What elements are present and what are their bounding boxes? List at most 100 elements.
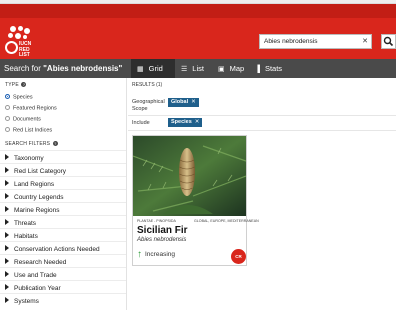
caret-right-icon <box>5 232 9 238</box>
filter-label: Taxonomy <box>14 155 44 162</box>
filter-label: Red List Category <box>14 168 67 175</box>
type-option-label: Documents <box>13 116 41 123</box>
close-icon[interactable]: ✕ <box>191 99 196 105</box>
stats-icon: ▐ <box>255 66 260 73</box>
grid-icon: ▦ <box>137 66 144 73</box>
help-icon[interactable]: ? <box>21 82 27 87</box>
radio-selected-icon <box>5 94 10 99</box>
close-icon[interactable]: ✕ <box>362 37 368 45</box>
results-toolbar: Search for "Abies nebrodensis" ▦ Grid ☰ Li… <box>0 59 396 78</box>
arrow-up-icon: ↑ <box>137 249 142 260</box>
tab-grid-label: Grid <box>148 64 163 73</box>
type-option-documents[interactable]: Documents <box>5 116 41 123</box>
population-trend: ↑ Increasing <box>137 249 175 260</box>
divider <box>128 115 396 116</box>
caret-right-icon <box>5 154 9 160</box>
search-button[interactable] <box>381 34 396 49</box>
include-label: Include <box>132 120 150 126</box>
filter-label: Land Regions <box>14 181 55 188</box>
caret-right-icon <box>5 193 9 199</box>
radio-icon <box>5 105 10 110</box>
caret-right-icon <box>5 297 9 303</box>
caret-right-icon <box>5 206 9 212</box>
filter-conservation-actions-needed[interactable]: Conservation Actions Needed <box>0 241 126 254</box>
search-input-value: Abies nebrodensis <box>264 38 318 45</box>
type-option-label: Featured Regions <box>13 105 57 112</box>
logo-text: IUCN RED LIST <box>19 41 32 58</box>
filter-publication-year[interactable]: Publication Year <box>0 280 126 293</box>
iucn-red-list-logo[interactable]: IUCN RED LIST <box>5 26 33 58</box>
chip-label: Global <box>171 99 189 105</box>
filter-label: Research Needed <box>14 259 67 266</box>
divider <box>128 130 396 131</box>
species-card[interactable]: PLANTAE - PINOPSIDA GLOBAL, EUROPE, MEDI… <box>132 135 259 266</box>
tab-grid[interactable]: ▦ Grid <box>131 59 175 78</box>
filter-habitats[interactable]: Habitats <box>0 228 126 241</box>
card-common-name[interactable]: Sicilian Fir <box>137 225 188 236</box>
filters-label-text: SEARCH FILTERS <box>5 141 51 147</box>
iucn-ring-icon <box>5 41 18 54</box>
caret-right-icon <box>5 245 9 251</box>
filter-label: Publication Year <box>14 285 61 292</box>
filter-label: Systems <box>14 298 39 305</box>
filter-taxonomy[interactable]: Taxonomy <box>0 150 126 163</box>
geographical-scope-label: Geographical Scope <box>132 99 165 112</box>
site-header: IUCN RED LIST Abies nebrodensis ✕ <box>0 4 396 59</box>
filter-red-list-category[interactable]: Red List Category <box>0 163 126 176</box>
category-badge: CR <box>231 249 246 264</box>
filter-land-regions[interactable]: Land Regions <box>0 176 126 189</box>
filter-label: Habitats <box>14 233 38 240</box>
search-title-query: "Abies nebrodensis" <box>43 64 123 73</box>
chip-species[interactable]: Species ✕ <box>168 118 203 127</box>
type-option-red-list-indices[interactable]: Red List Indices <box>5 127 52 134</box>
filter-systems[interactable]: Systems <box>0 293 126 306</box>
tab-map-label: Map <box>229 64 245 73</box>
type-option-species[interactable]: Species <box>5 94 33 101</box>
type-option-label: Species <box>13 94 33 101</box>
results-panel: RESULTS (1) Geographical Scope Global ✕ I… <box>128 78 396 310</box>
filter-label: Country Legends <box>14 194 64 201</box>
filter-country-legends[interactable]: Country Legends <box>0 189 126 202</box>
filter-label: Conservation Actions Needed <box>14 246 100 253</box>
search-icon <box>383 36 394 47</box>
search-title-prefix: Search for <box>4 64 41 73</box>
filter-label: Marine Regions <box>14 207 60 214</box>
results-count: RESULTS (1) <box>132 82 163 88</box>
filter-marine-regions[interactable]: Marine Regions <box>0 202 126 215</box>
card-taxonomy: PLANTAE - PINOPSIDA <box>137 219 176 223</box>
filter-use-and-trade[interactable]: Use and Trade <box>0 267 126 280</box>
radio-icon <box>5 127 10 132</box>
card-scientific-name: Abies nebrodensis <box>137 237 187 243</box>
type-section-label: TYPE ? <box>5 82 27 88</box>
filter-research-needed[interactable]: Research Needed <box>0 254 126 267</box>
caret-right-icon <box>5 180 9 186</box>
filter-label: Use and Trade <box>14 272 57 279</box>
search-title: Search for "Abies nebrodensis" <box>4 64 122 73</box>
tab-list-label: List <box>192 64 204 73</box>
search-filters-label: SEARCH FILTERS ? <box>5 141 58 147</box>
caret-right-icon <box>5 271 9 277</box>
chip-global[interactable]: Global ✕ <box>168 98 199 107</box>
type-label-text: TYPE <box>5 82 19 88</box>
trend-label: Increasing <box>145 251 175 258</box>
radio-icon <box>5 116 10 121</box>
map-icon: ▣ <box>218 66 225 73</box>
chip-label: Species <box>171 119 192 125</box>
search-input[interactable]: Abies nebrodensis ✕ <box>259 34 372 49</box>
help-icon[interactable]: ? <box>52 141 58 146</box>
filter-threats[interactable]: Threats <box>0 215 126 228</box>
list-icon: ☰ <box>181 66 188 73</box>
close-icon[interactable]: ✕ <box>195 119 200 125</box>
type-option-label: Red List Indices <box>13 127 53 134</box>
filter-label: Threats <box>14 220 37 227</box>
type-option-featured-regions[interactable]: Featured Regions <box>5 105 57 112</box>
filter-sidebar: TYPE ? Species Featured Regions Document… <box>0 78 127 310</box>
species-photo <box>133 136 246 216</box>
caret-right-icon <box>5 167 9 173</box>
tab-stats[interactable]: ▐ Stats <box>249 59 289 78</box>
tab-map[interactable]: ▣ Map <box>212 59 249 78</box>
caret-right-icon <box>5 219 9 225</box>
header-top-band <box>0 4 396 18</box>
caret-right-icon <box>5 284 9 290</box>
tab-list[interactable]: ☰ List <box>175 59 212 78</box>
